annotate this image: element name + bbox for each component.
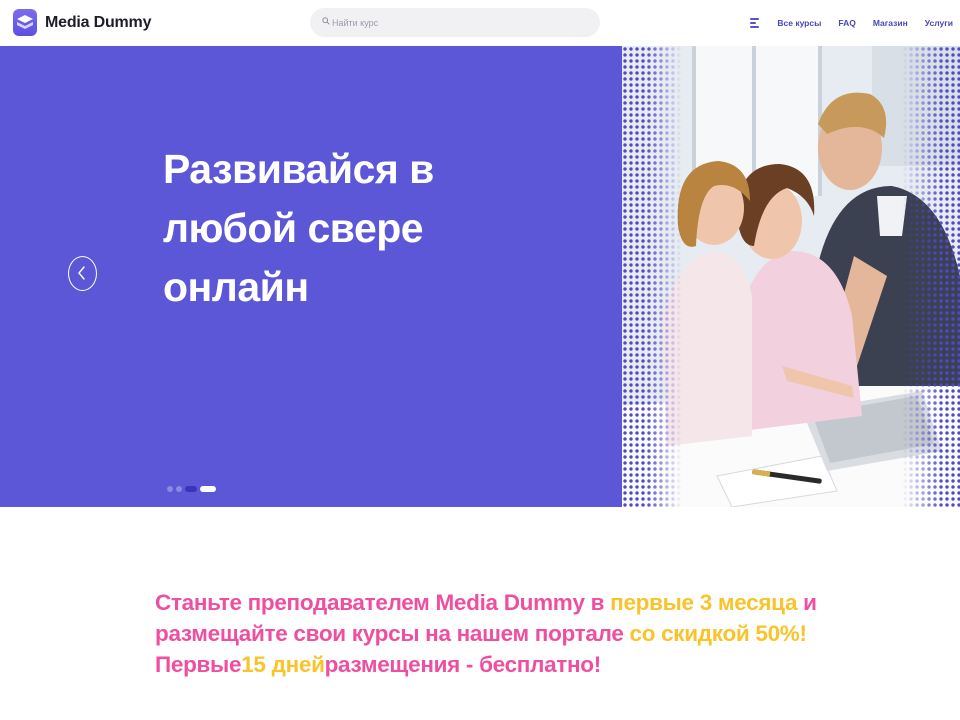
menu-icon[interactable] bbox=[750, 18, 760, 28]
search-icon bbox=[322, 17, 330, 25]
site-header: Media Dummy Все курсы FAQ Магазин Услуги bbox=[0, 0, 960, 46]
search-input[interactable] bbox=[332, 13, 582, 32]
search-bar[interactable] bbox=[310, 8, 600, 37]
promo-text: Первые bbox=[155, 652, 242, 677]
halftone-pattern bbox=[902, 46, 960, 507]
halftone-pattern bbox=[622, 46, 682, 507]
nav-shop[interactable]: Магазин bbox=[873, 18, 908, 28]
promo-text: Станьте преподавателем Media Dummy в bbox=[155, 590, 611, 615]
hero-image bbox=[622, 46, 960, 507]
hero-heading: Развивайся в любой свере онлайн bbox=[163, 140, 583, 317]
hero-heading-line: Развивайся в bbox=[163, 146, 434, 192]
nav-all-courses[interactable]: Все курсы bbox=[777, 18, 821, 28]
promo-line: Первые15 днейразмещения - бесплатно! bbox=[155, 649, 875, 680]
main-nav: Все курсы FAQ Магазин Услуги bbox=[750, 0, 960, 46]
slider-prev-button[interactable] bbox=[68, 256, 97, 291]
promo-highlight: первые 3 месяца bbox=[610, 590, 798, 615]
promo-line: Станьте преподавателем Media Dummy в пер… bbox=[155, 587, 875, 618]
promo-text: и bbox=[797, 590, 817, 615]
slider-pagination bbox=[167, 486, 216, 492]
promo-text: размещения - бесплатно! bbox=[324, 652, 602, 677]
promo-line: размещайте свои курсы на нашем портале с… bbox=[155, 618, 875, 649]
hero-slider: Развивайся в любой свере онлайн bbox=[0, 46, 960, 507]
slider-dot[interactable] bbox=[167, 486, 173, 492]
slider-dot[interactable] bbox=[200, 486, 216, 492]
chevron-left-icon bbox=[78, 266, 85, 280]
slider-dot[interactable] bbox=[176, 486, 182, 492]
promo-text: размещайте свои курсы на нашем портале bbox=[155, 621, 630, 646]
slider-dot-active[interactable] bbox=[185, 486, 197, 492]
promo-highlight: 15 дней bbox=[241, 652, 325, 677]
nav-faq[interactable]: FAQ bbox=[838, 18, 855, 28]
hero-heading-line: любой свере bbox=[163, 205, 424, 251]
promo-highlight: со скидкой 50%! bbox=[629, 621, 807, 646]
brand-name[interactable]: Media Dummy bbox=[45, 14, 151, 32]
nav-services[interactable]: Услуги bbox=[925, 18, 953, 28]
teacher-promo: Станьте преподавателем Media Dummy в пер… bbox=[155, 587, 875, 680]
hero-heading-line: онлайн bbox=[163, 264, 309, 310]
logo-icon[interactable] bbox=[13, 9, 37, 36]
